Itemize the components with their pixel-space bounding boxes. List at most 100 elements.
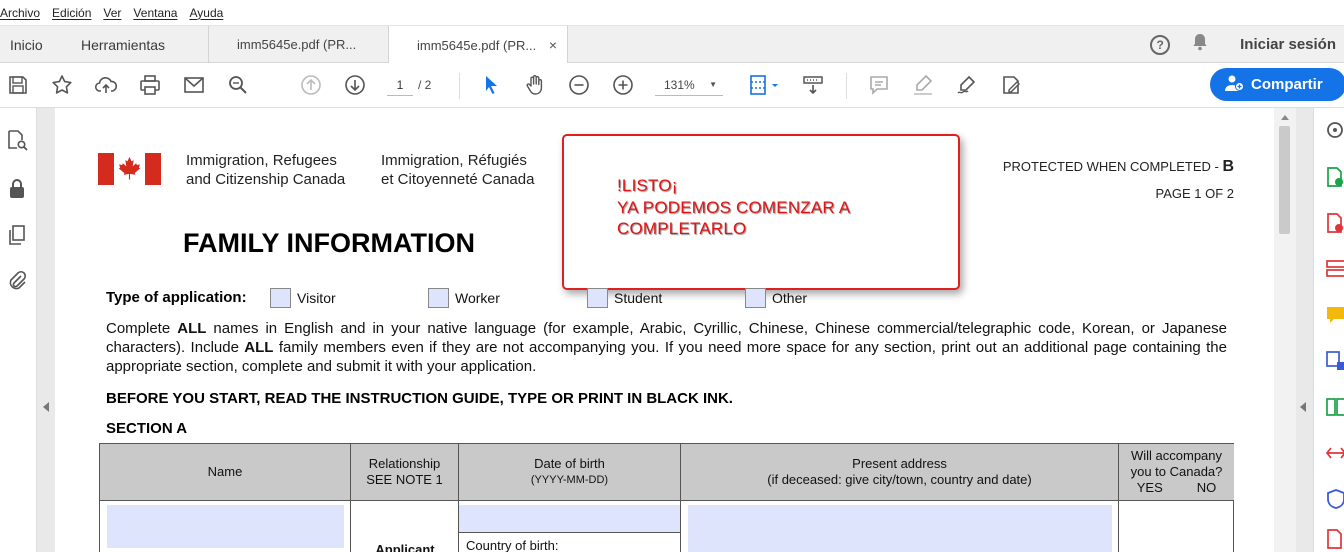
page-of-label: PAGE 1 OF 2: [1155, 186, 1234, 201]
department-name-french: Immigration, Réfugiés et Citoyenneté Can…: [381, 151, 534, 189]
help-icon[interactable]: ?: [1150, 34, 1171, 55]
department-name-english: Immigration, Refugees and Citizenship Ca…: [186, 151, 345, 189]
bell-icon[interactable]: [1190, 32, 1210, 57]
email-icon[interactable]: [181, 72, 207, 98]
search-icon[interactable]: [225, 72, 251, 98]
column-header-relationship: Relationship SEE NOTE 1: [351, 444, 459, 501]
tab-document-2-label: imm5645e.pdf (PR...: [417, 37, 537, 53]
sign-icon[interactable]: [954, 72, 980, 98]
applicant-address-cell: [681, 501, 1119, 552]
visitor-checkbox[interactable]: [270, 288, 291, 308]
type-option-other: Other: [745, 288, 807, 308]
menu-ventana[interactable]: Ventana: [133, 6, 177, 20]
redact-icon[interactable]: [1325, 442, 1344, 464]
tab-document-2-active[interactable]: imm5645e.pdf (PR... ×: [388, 26, 568, 64]
edit-pdf-icon[interactable]: [1325, 258, 1344, 280]
column-header-address-note: (if deceased: give city/town, country an…: [767, 472, 1032, 487]
other-label: Other: [772, 290, 808, 306]
menu-ver[interactable]: Ver: [103, 6, 121, 20]
zoom-level-value: 131%: [664, 77, 695, 92]
hand-tool-icon[interactable]: [522, 72, 548, 98]
lock-icon[interactable]: [5, 177, 29, 201]
combine-files-icon[interactable]: [1325, 350, 1344, 372]
add-user-icon: [1224, 74, 1244, 96]
applicant-name-field[interactable]: [107, 505, 344, 548]
share-button-label: Compartir: [1251, 76, 1323, 93]
tab-bar: Inicio Herramientas imm5645e.pdf (PR... …: [0, 25, 1344, 64]
comment-icon[interactable]: [866, 72, 892, 98]
column-header-accompany-line1: Will accompany: [1130, 448, 1223, 463]
close-tab-icon[interactable]: ×: [549, 37, 557, 53]
search-tools-icon[interactable]: [1325, 120, 1344, 142]
chevron-down-icon: ▼: [709, 80, 717, 89]
print-icon[interactable]: [137, 72, 163, 98]
instructions-bold-1: ALL: [177, 320, 207, 337]
annotation-line-2: YA PODEMOS COMENZAR A: [617, 198, 851, 217]
select-cursor-icon[interactable]: [478, 72, 504, 98]
column-header-date-of-birth: Date of birth (YYYY-MM-DD): [459, 444, 681, 501]
department-name-french-line2: et Citoyenneté Canada: [381, 171, 535, 188]
cloud-upload-icon[interactable]: [93, 72, 119, 98]
zoom-level-select[interactable]: 131% ▼: [655, 74, 723, 96]
column-header-accompany: Will accompany you to Canada? YES NO: [1119, 444, 1234, 501]
document-scrollbar[interactable]: [1274, 108, 1296, 552]
copy-pages-icon[interactable]: [5, 223, 29, 247]
section-heading: SECTION A: [106, 420, 188, 437]
scrollbar-thumb[interactable]: [1279, 126, 1290, 234]
form-title: FAMILY INFORMATION: [183, 228, 476, 258]
left-panel-collapse-gutter[interactable]: [37, 108, 55, 552]
tab-tools[interactable]: Herramientas: [81, 26, 165, 63]
export-pdf-icon[interactable]: [1325, 166, 1344, 188]
applicant-address-field[interactable]: [688, 505, 1112, 552]
pdf-page: Immigration, Refugees and Citizenship Ca…: [55, 108, 1274, 552]
create-pdf-icon[interactable]: [1325, 212, 1344, 234]
page-fit-icon[interactable]: [746, 72, 782, 98]
other-checkbox[interactable]: [745, 288, 766, 308]
worker-checkbox[interactable]: [428, 288, 449, 308]
applicant-dob-field[interactable]: [459, 505, 680, 533]
save-icon[interactable]: [5, 72, 31, 98]
fill-sign-icon[interactable]: [998, 72, 1024, 98]
toolbar-divider: [846, 73, 847, 99]
next-page-icon[interactable]: [342, 72, 368, 98]
organize-pages-icon[interactable]: [1325, 396, 1344, 418]
expand-right-icon[interactable]: [1300, 402, 1306, 412]
menu-archivo[interactable]: Archivo: [0, 6, 40, 20]
student-label: Student: [614, 290, 663, 306]
applicant-relationship-cell: Applicant: [351, 501, 459, 552]
protection-level-prefix: PROTECTED WHEN COMPLETED -: [1002, 159, 1223, 174]
acrobat-pdf-icon[interactable]: [1325, 528, 1344, 550]
menu-bar: Archivo Edición Ver Ventana Ayuda: [0, 0, 1344, 25]
collapse-left-icon[interactable]: [43, 402, 49, 412]
star-icon[interactable]: [49, 72, 75, 98]
sign-in-button[interactable]: Iniciar sesión: [1240, 36, 1336, 53]
highlight-pen-icon[interactable]: [910, 72, 936, 98]
scroll-up-arrow-icon[interactable]: [1281, 115, 1289, 120]
share-button[interactable]: Compartir: [1210, 68, 1344, 101]
instructions-text-1: Complete: [106, 320, 178, 337]
type-option-visitor: Visitor: [270, 288, 336, 308]
tab-document-1[interactable]: imm5645e.pdf (PR...: [208, 26, 402, 63]
previous-page-icon[interactable]: [298, 72, 324, 98]
attachment-icon[interactable]: [5, 269, 29, 293]
scroll-mode-icon[interactable]: [800, 72, 826, 98]
no-label: NO: [1196, 480, 1217, 495]
zoom-out-icon[interactable]: [566, 72, 592, 98]
comment-tool-icon[interactable]: [1325, 304, 1344, 326]
right-panel-collapse-gutter[interactable]: [1296, 108, 1313, 552]
column-header-accompany-line2: you to Canada?: [1130, 464, 1223, 479]
zoom-in-icon[interactable]: [610, 72, 636, 98]
page-number-input[interactable]: [387, 74, 413, 96]
protect-shield-icon[interactable]: [1325, 488, 1344, 510]
country-of-birth-label: Country of birth:: [466, 538, 559, 552]
before-you-start-notice: BEFORE YOU START, READ THE INSTRUCTION G…: [106, 390, 733, 407]
column-header-name: Name: [100, 444, 351, 501]
acrobat-window: Archivo Edición Ver Ventana Ayuda Inicio…: [0, 0, 1344, 552]
annotation-note-box[interactable]: !LISTO¡ YA PODEMOS COMENZAR A COMPLETARL…: [562, 134, 960, 290]
menu-edicion[interactable]: Edición: [52, 6, 91, 20]
applicant-dob-cell: Country of birth:: [459, 501, 681, 552]
tab-home[interactable]: Inicio: [10, 26, 43, 63]
student-checkbox[interactable]: [587, 288, 608, 308]
menu-ayuda[interactable]: Ayuda: [189, 6, 223, 20]
page-thumbnails-icon[interactable]: [5, 128, 29, 152]
